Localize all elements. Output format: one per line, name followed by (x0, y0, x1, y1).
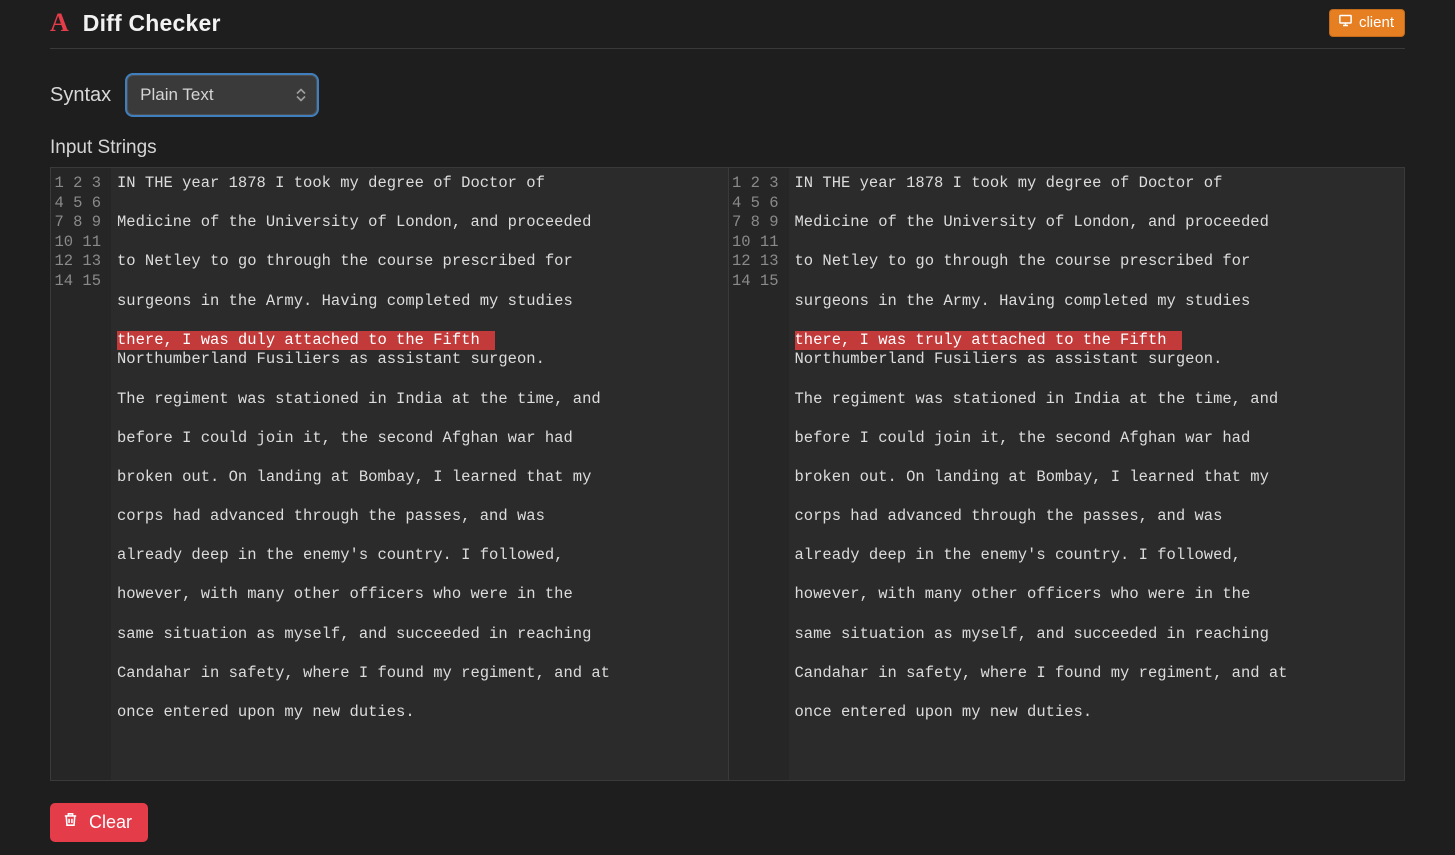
clear-button-label: Clear (89, 812, 132, 833)
left-line-7: The regiment was stationed in India at t… (117, 390, 720, 410)
left-line-15: once entered upon my new duties. (117, 703, 720, 723)
diff-panes: 1 2 3 4 5 6 7 8 9 10 11 12 13 14 15 IN T… (50, 167, 1405, 781)
right-line-4: surgeons in the Army. Having completed m… (795, 292, 1397, 312)
right-line-12: however, with many other officers who we… (795, 585, 1397, 605)
input-strings-label: Input Strings (50, 137, 1405, 159)
right-line-15: once entered upon my new duties. (795, 703, 1397, 723)
left-line-4: surgeons in the Army. Having completed m… (117, 292, 720, 312)
right-line-5: there, I was truly attached to the Fifth (795, 331, 1182, 351)
clear-button[interactable]: Clear (50, 803, 148, 842)
right-code-editor[interactable]: IN THE year 1878 I took my degree of Doc… (789, 168, 1405, 780)
app-logo: A (50, 8, 69, 38)
footer: Clear (50, 803, 1405, 842)
left-line-8: before I could join it, the second Afgha… (117, 429, 720, 449)
syntax-label: Syntax (50, 84, 111, 107)
left-line-6: Northumberland Fusiliers as assistant su… (117, 350, 720, 370)
syntax-select-value: Plain Text (140, 85, 213, 105)
left-code-editor[interactable]: IN THE year 1878 I took my degree of Doc… (111, 168, 728, 780)
syntax-row: Syntax Plain Text (50, 75, 1405, 115)
left-line-9: broken out. On landing at Bombay, I lear… (117, 468, 720, 488)
client-badge-label: client (1359, 14, 1394, 31)
right-line-9: broken out. On landing at Bombay, I lear… (795, 468, 1397, 488)
left-gutter: 1 2 3 4 5 6 7 8 9 10 11 12 13 14 15 (51, 168, 111, 780)
left-line-14: Candahar in safety, where I found my reg… (117, 664, 720, 684)
chevron-updown-icon (296, 89, 306, 102)
header-left: A Diff Checker (50, 8, 221, 38)
right-line-14: Candahar in safety, where I found my reg… (795, 664, 1397, 684)
left-line-11: already deep in the enemy's country. I f… (117, 546, 720, 566)
syntax-select[interactable]: Plain Text (127, 75, 317, 115)
right-line-11: already deep in the enemy's country. I f… (795, 546, 1397, 566)
right-pane: 1 2 3 4 5 6 7 8 9 10 11 12 13 14 15 IN T… (728, 168, 1405, 780)
monitor-icon (1338, 13, 1353, 32)
left-line-5: there, I was duly attached to the Fifth (117, 331, 495, 351)
left-line-12: however, with many other officers who we… (117, 585, 720, 605)
right-line-10: corps had advanced through the passes, a… (795, 507, 1397, 527)
right-line-6: Northumberland Fusiliers as assistant su… (795, 350, 1397, 370)
client-badge[interactable]: client (1329, 9, 1405, 37)
right-line-8: before I could join it, the second Afgha… (795, 429, 1397, 449)
left-line-10: corps had advanced through the passes, a… (117, 507, 720, 527)
left-line-3: to Netley to go through the course presc… (117, 252, 720, 272)
left-line-13: same situation as myself, and succeeded … (117, 625, 720, 645)
right-line-13: same situation as myself, and succeeded … (795, 625, 1397, 645)
right-gutter: 1 2 3 4 5 6 7 8 9 10 11 12 13 14 15 (729, 168, 789, 780)
right-line-1: IN THE year 1878 I took my degree of Doc… (795, 174, 1397, 194)
header: A Diff Checker client (50, 6, 1405, 49)
left-line-2: Medicine of the University of London, an… (117, 213, 720, 233)
right-line-2: Medicine of the University of London, an… (795, 213, 1397, 233)
right-line-3: to Netley to go through the course presc… (795, 252, 1397, 272)
right-line-7: The regiment was stationed in India at t… (795, 390, 1397, 410)
trash-icon (62, 811, 79, 833)
left-line-1: IN THE year 1878 I took my degree of Doc… (117, 174, 720, 194)
page-title: Diff Checker (83, 10, 221, 37)
left-pane: 1 2 3 4 5 6 7 8 9 10 11 12 13 14 15 IN T… (51, 168, 728, 780)
